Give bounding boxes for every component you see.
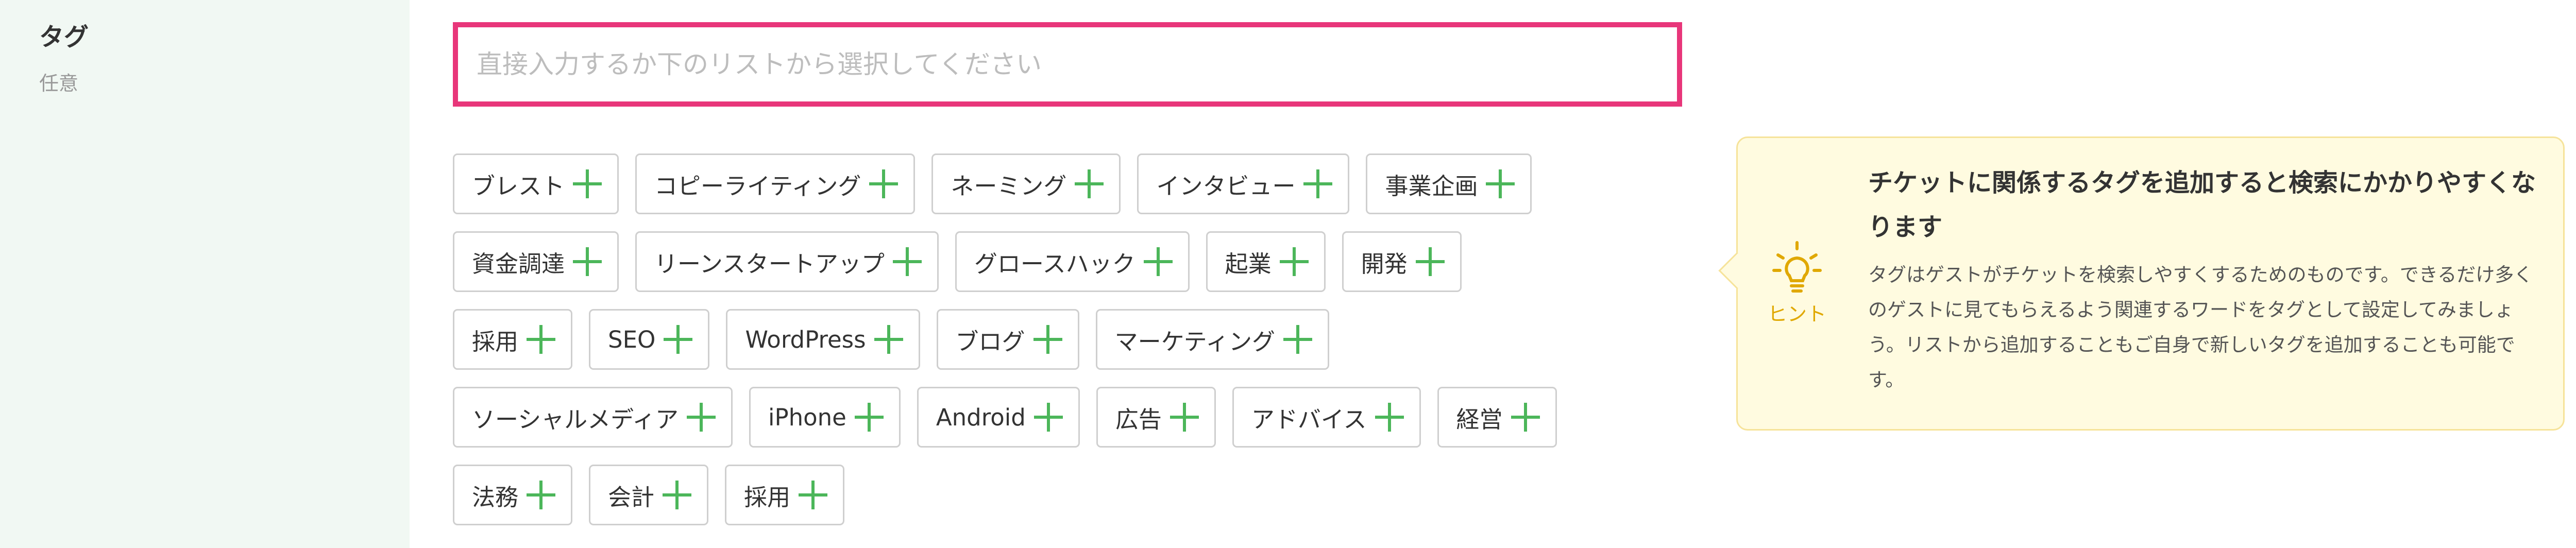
tag-chip-label: 法務 <box>472 483 519 511</box>
tag-chip-label: リーンスタートアップ <box>654 250 885 278</box>
tag-chip-label: 広告 <box>1115 405 1162 433</box>
tag-chip-label: 採用 <box>472 328 519 355</box>
tag-chip[interactable]: 会計 <box>589 465 709 525</box>
lightbulb-icon <box>1772 241 1822 293</box>
tag-chip[interactable]: ブレスト <box>453 153 619 214</box>
tag-row: 採用 SEO WordPress ブログ マーケティング <box>453 309 1700 370</box>
plus-icon <box>1075 169 1104 198</box>
tag-chip-label: ネーミング <box>951 172 1067 200</box>
tag-chip-label: ソーシャルメディア <box>472 405 679 433</box>
plus-icon <box>1170 403 1199 432</box>
tag-chip[interactable]: マーケティング <box>1095 309 1329 370</box>
tag-chip[interactable]: 起業 <box>1206 231 1326 292</box>
plus-icon <box>527 325 556 354</box>
hint-box: ヒント チケットに関係するタグを追加すると検索にかかりやすくなります タグはゲス… <box>1718 136 2565 431</box>
tag-chip[interactable]: アドバイス <box>1232 387 1421 448</box>
plus-icon <box>664 325 693 354</box>
tag-chip[interactable]: ブログ <box>936 309 1079 370</box>
tag-chip-label: マーケティング <box>1114 328 1275 355</box>
tag-row: ブレスト コピーライティング ネーミング インタビュー 事業企画 <box>453 153 1700 214</box>
tag-chip[interactable]: 広告 <box>1096 387 1216 448</box>
hint-icon-label: ヒント <box>1767 303 1826 326</box>
plus-icon <box>1415 247 1445 276</box>
tag-chip-label: WordPress <box>745 326 866 353</box>
plus-icon <box>573 169 602 198</box>
plus-icon <box>892 247 922 276</box>
tag-chip-label: iPhone <box>768 403 846 431</box>
tag-chip[interactable]: WordPress <box>726 309 920 370</box>
hint-title: チケットに関係するタグを追加すると検索にかかりやすくなります <box>1868 168 2536 242</box>
tag-input[interactable] <box>453 22 1682 107</box>
tag-chip[interactable]: 資金調達 <box>453 231 619 292</box>
tag-chip[interactable]: グロースハック <box>955 231 1190 292</box>
tag-chip[interactable]: 採用 <box>725 465 845 525</box>
hint-body: タグはゲストがチケットを検索しやすくするためのものです。できるだけ多くのゲストに… <box>1868 264 2533 391</box>
tag-chip-label: コピーライティング <box>654 172 861 200</box>
tag-chip-label: ブログ <box>955 328 1025 355</box>
field-optional-label: 任意 <box>39 72 79 95</box>
tag-chip[interactable]: インタビュー <box>1137 153 1350 214</box>
plus-icon <box>1033 325 1062 354</box>
tag-chip-label: 経営 <box>1456 405 1503 433</box>
hint-icon-group: ヒント <box>1766 238 1828 327</box>
tag-chip[interactable]: 法務 <box>453 465 573 525</box>
tag-chip[interactable]: 事業企画 <box>1366 153 1532 214</box>
plus-icon <box>1143 247 1173 276</box>
tag-row: 資金調達 リーンスタートアップ グロースハック 起業 開発 <box>453 231 1700 292</box>
tag-chip-label: 会計 <box>608 483 655 511</box>
tag-row: ソーシャルメディア iPhone Android 広告 アドバイス 経営 <box>453 387 1700 448</box>
plus-icon <box>874 325 903 354</box>
tag-chip-label: 開発 <box>1361 250 1408 278</box>
field-label-column: タグ 任意 <box>0 0 410 548</box>
tag-chip-label: インタビュー <box>1156 172 1296 200</box>
plus-icon <box>527 481 556 509</box>
tag-chip[interactable]: リーンスタートアップ <box>635 231 939 292</box>
plus-icon <box>854 403 884 432</box>
tag-chip[interactable]: 採用 <box>453 309 573 370</box>
tag-chip-label: 起業 <box>1225 250 1272 278</box>
tag-settings-section: タグ 任意 ブレスト コピーライティング ネーミング インタビュー 事業企画資金調達 リー… <box>0 0 2576 548</box>
field-title: タグ <box>39 23 89 52</box>
tag-chip-label: SEO <box>608 326 656 353</box>
tag-chip[interactable]: iPhone <box>749 387 901 448</box>
hint-pointer-arrow <box>1718 252 1756 289</box>
tag-chip-label: 採用 <box>744 483 791 511</box>
tag-chip[interactable]: 経営 <box>1437 387 1557 448</box>
tag-chip-label: ブレスト <box>472 172 565 200</box>
tag-chip[interactable]: Android <box>917 387 1080 448</box>
tag-chip[interactable]: 開発 <box>1342 231 1462 292</box>
plus-icon <box>1511 403 1540 432</box>
plus-icon <box>573 247 602 276</box>
tag-chip[interactable]: ソーシャルメディア <box>453 387 733 448</box>
tag-chip[interactable]: SEO <box>589 309 710 370</box>
suggested-tags-list: ブレスト コピーライティング ネーミング インタビュー 事業企画資金調達 リーンスタートア… <box>453 153 1700 542</box>
plus-icon <box>799 481 828 509</box>
plus-icon <box>663 481 692 509</box>
plus-icon <box>869 169 899 198</box>
tag-chip-label: Android <box>936 403 1026 431</box>
plus-icon <box>1375 403 1404 432</box>
plus-icon <box>1033 403 1063 432</box>
plus-icon <box>1283 325 1312 354</box>
tag-chip-label: グロースハック <box>974 250 1136 278</box>
plus-icon <box>686 403 716 432</box>
plus-icon <box>1303 169 1333 198</box>
tag-chip-label: 事業企画 <box>1385 172 1478 200</box>
plus-icon <box>1486 169 1515 198</box>
tag-chip[interactable]: ネーミング <box>931 153 1121 214</box>
tag-chip-label: アドバイス <box>1251 405 1367 433</box>
tag-chip-label: 資金調達 <box>472 250 565 278</box>
tag-row: 法務 会計 採用 <box>453 465 1700 525</box>
tag-chip[interactable]: コピーライティング <box>635 153 916 214</box>
plus-icon <box>1279 247 1309 276</box>
